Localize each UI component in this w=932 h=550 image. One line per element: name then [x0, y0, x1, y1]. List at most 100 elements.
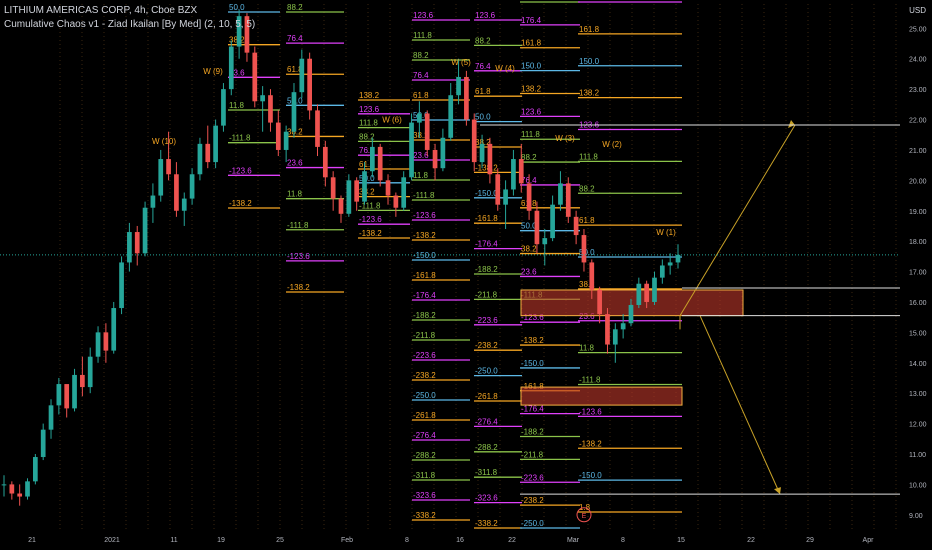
time-tick-label: 19	[217, 537, 225, 544]
time-tick-label: 22	[747, 537, 755, 544]
wave-label: W (9)	[203, 67, 223, 76]
time-tick-label: 8	[621, 537, 625, 544]
candle-body	[417, 113, 422, 123]
candle-body	[103, 332, 109, 351]
candle-body	[283, 131, 289, 150]
price-tick-label: 19.00	[909, 209, 927, 216]
time-tick-label: 15	[677, 537, 685, 544]
fib-level-label: -211.8	[413, 331, 436, 340]
fib-level-label: 50.0	[475, 113, 491, 122]
time-tick-label: 22	[508, 537, 516, 544]
price-tick-label: 21.00	[909, 148, 927, 155]
candle-body	[456, 76, 461, 96]
fib-level-label: 161.8	[521, 39, 542, 48]
fib-level-label: 150.0	[579, 57, 600, 66]
fib-level-label: -123.6	[359, 215, 382, 224]
candle-body	[275, 122, 281, 150]
candle-body	[652, 277, 657, 302]
candle-body	[197, 143, 203, 175]
fib-level-label: -176.4	[413, 291, 436, 300]
fib-level-label: -250.0	[521, 519, 544, 528]
fib-level-label: 11.8	[229, 101, 245, 110]
fib-level-label: 88.2	[413, 51, 429, 60]
fib-level-label: 88.2	[475, 36, 491, 45]
candle-body	[644, 283, 650, 302]
candle-body	[9, 484, 15, 494]
candle-body	[174, 174, 179, 211]
candle-body	[424, 113, 430, 150]
fib-level-label: -276.4	[413, 431, 436, 440]
price-tick-label: 13.00	[909, 391, 927, 398]
wave-label: W (10)	[152, 137, 176, 146]
candle-body	[401, 177, 407, 208]
fib-level-label: 38.2	[521, 245, 537, 254]
fib-level-label: -261.8	[413, 411, 436, 420]
fib-level-label: -261.8	[475, 392, 498, 401]
candle-body	[511, 159, 516, 190]
candle-body	[667, 262, 673, 266]
candle-body	[315, 110, 320, 147]
fib-level-label: 76.4	[287, 34, 303, 43]
candle-body	[558, 183, 563, 205]
candle-body	[119, 262, 124, 309]
candle-body	[338, 198, 344, 214]
candle-body	[550, 204, 555, 239]
price-tick-label: 23.00	[909, 87, 927, 94]
fib-level-label: -188.2	[413, 311, 436, 320]
candle-body	[213, 125, 218, 163]
fib-level-label: -250.0	[475, 367, 498, 376]
candle-body	[330, 177, 336, 199]
candle-body	[221, 89, 226, 126]
fib-level-label: -150.0	[521, 359, 544, 368]
wave-label: W (4)	[495, 64, 515, 73]
candle-body	[299, 58, 305, 93]
time-tick-label: 16	[456, 537, 464, 544]
candle-body	[260, 95, 265, 102]
fib-level-label: -223.6	[521, 473, 544, 482]
fib-level-label: -123.6	[413, 211, 436, 220]
candle-body	[581, 235, 587, 263]
price-tick-label: 20.00	[909, 178, 927, 185]
fib-level-label: 138.2	[359, 91, 380, 100]
candle-body	[432, 149, 438, 169]
candle-body	[589, 262, 595, 290]
time-tick-label: 25	[276, 537, 284, 544]
fib-level-label: -123.6	[579, 407, 602, 416]
candle-body	[369, 146, 375, 172]
price-tick-label: 16.00	[909, 300, 927, 307]
price-axis[interactable]: 25.00 24.00 23.00 22.00 21.00 20.00 19.00 18.00…	[900, 0, 932, 550]
candle-body	[659, 265, 665, 278]
wave-label: W (2)	[602, 140, 622, 149]
candle-body	[56, 384, 62, 406]
fib-level-label: 123.6	[359, 105, 380, 114]
candle-body	[675, 254, 681, 263]
fib-level-label: 11.8	[413, 171, 429, 180]
candle-body	[628, 305, 634, 324]
wave-label: W (3)	[555, 134, 575, 143]
candle-body	[354, 180, 360, 202]
fib-level-label: -288.2	[475, 443, 498, 452]
fib-level-label: -188.2	[521, 428, 544, 437]
fib-level-label: 123.6	[413, 11, 434, 20]
candle-body	[612, 329, 618, 345]
candle-body	[636, 283, 642, 306]
candle-body	[72, 374, 77, 409]
candle-body	[495, 174, 501, 205]
candle-body	[346, 180, 352, 214]
candle-body	[503, 189, 508, 205]
candle-body	[111, 308, 117, 351]
time-axis[interactable]: 21 2021 11 19 25 Feb 8 16 22 Mar 8 15 22 29 Apr	[0, 530, 932, 550]
fib-level-label: -150.0	[475, 189, 498, 198]
price-tick-label: 11.00	[909, 452, 926, 459]
fib-level-label: 38.2	[359, 188, 375, 197]
fib-level-label: -111.8	[229, 134, 251, 143]
price-tick-label: 9.00	[909, 513, 923, 520]
time-tick-label: Feb	[341, 537, 353, 544]
price-tick-label: 24.00	[909, 57, 927, 64]
fib-level-label: 61.8	[413, 91, 429, 100]
fib-level-label: 76.4	[475, 62, 491, 71]
fib-level-label: -211.8	[475, 290, 498, 299]
fib-level-label: -111.8	[413, 191, 435, 200]
candle-body	[573, 216, 579, 236]
price-chart[interactable]: 50.0 38.2 23.6 11.8 -111.8 -123.6 -138.2 88.2 76…	[0, 0, 932, 550]
